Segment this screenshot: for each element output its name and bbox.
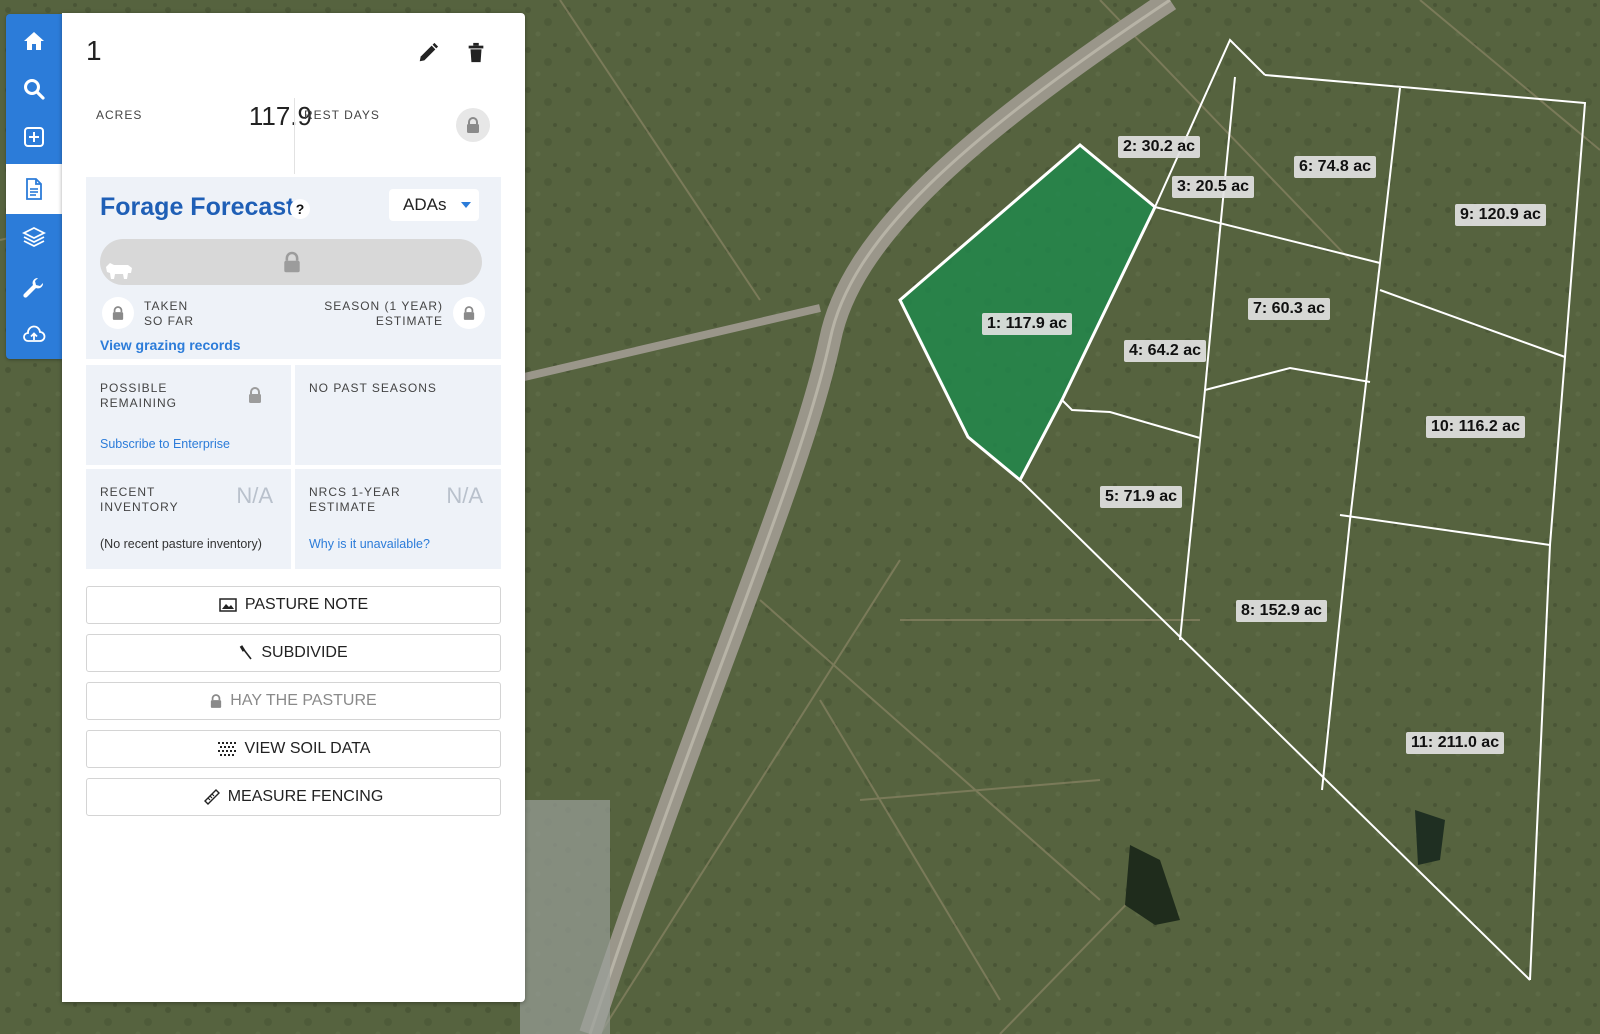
edit-button[interactable] (414, 39, 442, 67)
hay-the-pasture-button[interactable]: HAY THE PASTURE (86, 682, 501, 720)
layers-icon (22, 226, 46, 248)
nrcs-label-line-1: NRCS 1-YEAR (309, 485, 401, 499)
past-seasons-cell: NO PAST SEASONS (295, 365, 501, 465)
pasture-label[interactable]: 10: 116.2 ac (1426, 416, 1525, 438)
view-grazing-records-link[interactable]: View grazing records (100, 337, 241, 353)
measure-fencing-button[interactable]: MEASURE FENCING (86, 778, 501, 816)
why-unavailable-link[interactable]: Why is it unavailable? (309, 537, 430, 551)
lock-icon (467, 117, 479, 133)
main-toolbar (6, 14, 62, 359)
pasture-label[interactable]: 9: 120.9 ac (1455, 204, 1546, 226)
recent-inventory-cell: RECENT INVENTORY N/A (No recent pasture … (86, 469, 291, 569)
add-pasture-button[interactable] (6, 114, 62, 160)
season-label-line-2: ESTIMATE (375, 314, 443, 328)
divider (294, 98, 295, 174)
acres-label: ACRES (96, 108, 143, 122)
pasture-label[interactable]: 2: 30.2 ac (1118, 136, 1201, 158)
cow-icon (106, 263, 132, 279)
pasture-label[interactable]: 6: 74.8 ac (1294, 156, 1377, 178)
recent-inventory-note: (No recent pasture inventory) (100, 537, 262, 551)
search-icon (24, 79, 45, 100)
season-estimate-label: SEASON (1 YEAR) ESTIMATE (324, 299, 443, 329)
no-past-seasons-label: NO PAST SEASONS (309, 381, 437, 395)
layers-button[interactable] (6, 214, 62, 260)
hay-the-pasture-label: HAY THE PASTURE (230, 692, 377, 709)
pasture-note-button[interactable]: PASTURE NOTE (86, 586, 501, 624)
search-button[interactable] (6, 66, 62, 112)
pasture-label[interactable]: 4: 64.2 ac (1124, 340, 1207, 362)
nrcs-label-line-2: ESTIMATE (309, 500, 377, 514)
pasture-label[interactable]: 5: 71.9 ac (1100, 486, 1183, 508)
taken-lock[interactable] (102, 297, 134, 329)
recent-label-line-2: INVENTORY (100, 500, 179, 514)
subscribe-link[interactable]: Subscribe to Enterprise (100, 437, 230, 451)
possible-remaining-cell: POSSIBLE REMAINING Subscribe to Enterpri… (86, 365, 291, 465)
knife-icon (240, 645, 253, 660)
dot-grid-icon (217, 742, 236, 756)
pasture-label[interactable]: 7: 60.3 ac (1248, 298, 1331, 320)
possible-label-line-1: POSSIBLE (100, 381, 168, 395)
unit-select-value: ADAs (403, 195, 447, 214)
add-square-icon (24, 127, 44, 147)
season-lock[interactable] (453, 297, 485, 329)
industrial-area (520, 800, 610, 1034)
pasture-label[interactable]: 1: 117.9 ac (982, 313, 1073, 335)
acres-value: 117.9 (248, 101, 312, 131)
pasture-note-label: PASTURE NOTE (244, 596, 369, 613)
home-button[interactable] (6, 18, 62, 64)
recent-inventory-label: RECENT INVENTORY (100, 485, 179, 515)
possible-remaining-label: POSSIBLE REMAINING (100, 381, 177, 411)
recent-label-line-1: RECENT (100, 485, 156, 499)
taken-so-far-label: TAKEN SO FAR (144, 299, 194, 329)
pasture-label[interactable]: 3: 20.5 ac (1172, 176, 1255, 198)
cloud-upload-icon (23, 325, 46, 342)
wrench-icon (23, 277, 44, 298)
records-button[interactable] (6, 164, 62, 214)
forage-forecast-title: Forage Forecast (100, 193, 295, 221)
lock-icon (211, 694, 222, 708)
taken-label-line-1: TAKEN (144, 299, 189, 313)
image-icon (219, 598, 237, 612)
unit-select[interactable]: ADAs (389, 189, 479, 221)
pencil-icon (419, 42, 439, 62)
tools-button[interactable] (6, 266, 62, 312)
pasture-title: 1 (86, 35, 102, 66)
document-icon (26, 178, 42, 200)
taken-label-line-2: SO FAR (144, 314, 195, 328)
lock-icon (284, 251, 300, 273)
lock-icon (463, 306, 475, 320)
forage-forecast-section: Forage Forecast ? ADAs TAKEN SO FAR SEAS… (86, 177, 501, 359)
trash-icon (468, 42, 484, 63)
view-soil-data-button[interactable]: VIEW SOIL DATA (86, 730, 501, 768)
season-label-line-1: SEASON (1 YEAR) (324, 299, 443, 313)
measure-fencing-label: MEASURE FENCING (227, 788, 384, 805)
delete-button[interactable] (462, 39, 490, 67)
rest-days-label: REST DAYS (304, 108, 380, 122)
pasture-label[interactable]: 11: 211.0 ac (1406, 732, 1505, 754)
subdivide-button[interactable]: SUBDIVIDE (86, 634, 501, 672)
recent-inventory-value: N/A (236, 483, 273, 508)
forage-progress-bar (100, 239, 482, 285)
home-icon (24, 32, 44, 50)
lock-icon (249, 387, 261, 403)
pasture-label[interactable]: 8: 152.9 ac (1236, 600, 1327, 622)
subdivide-label: SUBDIVIDE (261, 644, 348, 661)
nrcs-estimate-cell: NRCS 1-YEAR ESTIMATE N/A Why is it unava… (295, 469, 501, 569)
lock-icon (112, 306, 124, 320)
cloud-sync-button[interactable] (6, 312, 62, 358)
rest-days-lock[interactable] (456, 108, 490, 142)
possible-label-line-2: REMAINING (100, 396, 178, 410)
caret-down-icon (461, 202, 471, 208)
help-button[interactable]: ? (290, 199, 310, 219)
ruler-icon (203, 789, 220, 805)
pasture-details-panel: 1 ACRES 117.9 REST DAYS Forage Forecast … (62, 13, 525, 1002)
nrcs-estimate-label: NRCS 1-YEAR ESTIMATE (309, 485, 401, 515)
nrcs-estimate-value: N/A (446, 483, 483, 508)
view-soil-data-label: VIEW SOIL DATA (244, 740, 371, 757)
